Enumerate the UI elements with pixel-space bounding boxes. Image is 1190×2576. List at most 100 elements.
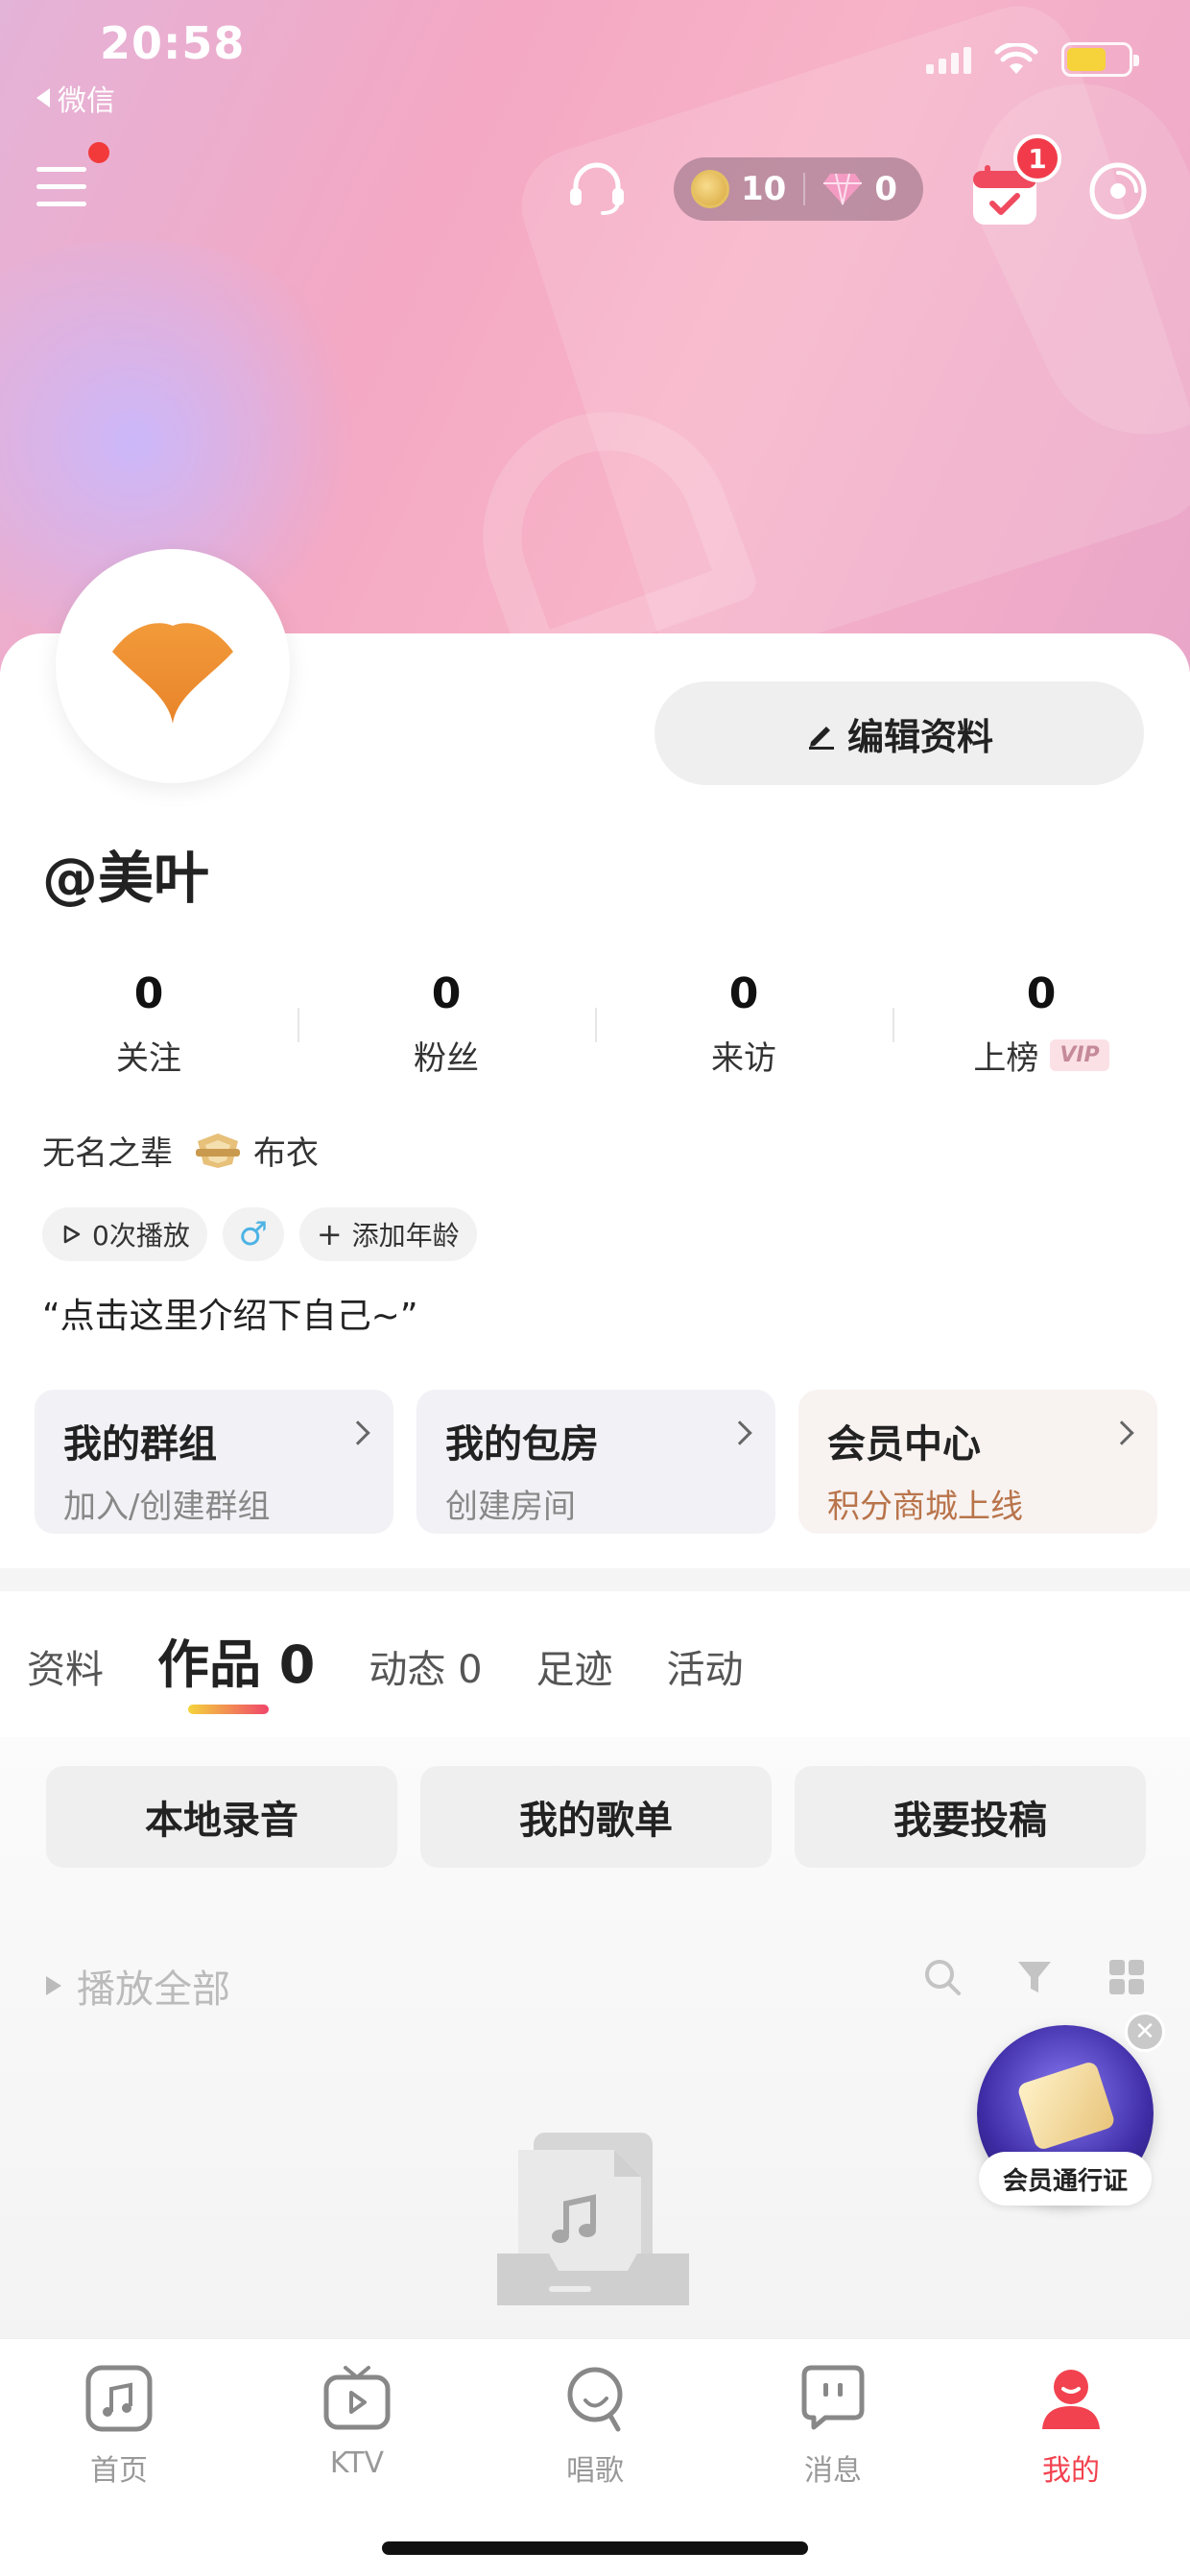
menu-notification-dot	[88, 142, 109, 163]
my-rooms-card[interactable]: 我的包房 创建房间	[416, 1390, 775, 1534]
entry-title: 会员中心	[827, 1422, 981, 1467]
stat-ranking[interactable]: 0 上榜 VIP	[892, 969, 1190, 1079]
tab-moments[interactable]: 动态 0	[369, 1638, 482, 1694]
tab-works[interactable]: 作品 0	[157, 1622, 315, 1698]
tv-icon	[323, 2366, 391, 2430]
nav-label: 唱歌	[566, 2454, 624, 2488]
male-icon: ♂	[238, 1215, 269, 1253]
works-actions: 本地录音 我的歌单 我要投稿	[46, 1766, 1146, 1868]
search-icon[interactable]	[921, 1956, 964, 1998]
entry-subtitle: 积分商城上线	[827, 1488, 1023, 1526]
stat-value: 0	[133, 969, 164, 1018]
grid-view-icon[interactable]	[1106, 1956, 1148, 1998]
stats-row: 0 关注 0 粉丝 0 来访 0 上榜 VIP	[0, 969, 1190, 1079]
stat-following[interactable]: 0 关注	[0, 969, 298, 1079]
gender-tag[interactable]: ♂	[222, 1207, 284, 1261]
stat-label: 粉丝	[414, 1039, 479, 1078]
home-indicator	[382, 2541, 808, 2555]
my-groups-card[interactable]: 我的群组 加入/创建群组	[35, 1390, 393, 1534]
back-label: 微信	[58, 84, 115, 118]
filter-icon[interactable]	[1013, 1956, 1056, 1998]
stat-value: 0	[1026, 969, 1057, 1018]
submit-button[interactable]: 我要投稿	[795, 1766, 1146, 1868]
pass-card-icon	[1015, 2060, 1117, 2152]
battery-icon	[1061, 42, 1139, 77]
wifi-icon	[994, 43, 1038, 74]
level-row[interactable]: 无名之辈 布衣	[42, 1127, 319, 1174]
tab-footprints[interactable]: 足迹	[536, 1638, 613, 1694]
edit-profile-button[interactable]: 编辑资料	[654, 681, 1144, 785]
nav-messages[interactable]: 消息	[714, 2362, 952, 2489]
section-divider	[0, 1568, 1190, 1591]
bottom-nav: 首页 KTV 唱歌 消息 我的	[0, 2338, 1190, 2576]
avatar[interactable]	[56, 549, 290, 783]
entry-title: 我的包房	[445, 1422, 599, 1467]
nav-sing[interactable]: 唱歌	[476, 2362, 714, 2489]
play-all-label: 播放全部	[77, 1968, 230, 2012]
nav-label: 首页	[90, 2454, 148, 2488]
tab-info[interactable]: 资料	[27, 1638, 104, 1694]
active-tab-indicator	[188, 1705, 269, 1714]
add-age-label: 添加年龄	[351, 1220, 460, 1252]
status-indicators	[926, 42, 1139, 77]
sing-icon	[567, 2367, 623, 2432]
nav-label: 消息	[804, 2454, 862, 2488]
coin-count: 10	[741, 170, 787, 208]
menu-button[interactable]	[36, 163, 90, 211]
close-icon[interactable]: ✕	[1125, 2012, 1165, 2052]
add-age-tag[interactable]: + 添加年龄	[298, 1207, 477, 1261]
user-rank: 布衣	[253, 1134, 319, 1173]
signal-icon	[926, 45, 971, 74]
tab-activities[interactable]: 活动	[667, 1638, 744, 1694]
vip-badge: VIP	[1050, 1039, 1109, 1071]
promo-label[interactable]: 会员通行证	[979, 2152, 1152, 2206]
nav-profile[interactable]: 我的	[952, 2362, 1190, 2489]
nav-ktv[interactable]: KTV	[238, 2362, 476, 2489]
diamond-count: 0	[874, 170, 897, 208]
stat-label: 关注	[116, 1039, 181, 1078]
status-time: 20:58	[100, 17, 246, 69]
stat-value: 0	[431, 969, 462, 1018]
play-all-button[interactable]: 播放全部	[46, 1958, 230, 2014]
plays-label: 0次播放	[92, 1220, 190, 1252]
profile-tabs: 资料 作品 0 动态 0 足迹 活动	[27, 1622, 744, 1698]
play-icon	[46, 1976, 61, 1995]
member-center-card[interactable]: 会员中心 积分商城上线	[798, 1390, 1157, 1534]
pencil-icon	[808, 727, 834, 750]
play-outline-icon	[63, 1225, 81, 1244]
user-title: 无名之辈	[42, 1134, 173, 1173]
works-tools	[921, 1956, 1148, 1998]
entry-title: 我的群组	[63, 1422, 217, 1467]
back-to-wechat[interactable]: 微信	[36, 77, 115, 119]
entry-subtitle: 加入/创建群组	[63, 1488, 271, 1526]
diamond-icon	[823, 173, 863, 205]
plus-icon: +	[316, 1216, 343, 1252]
entry-subtitle: 创建房间	[445, 1488, 576, 1526]
stat-label: 来访	[711, 1039, 776, 1078]
edit-profile-label: 编辑资料	[846, 715, 993, 758]
self-intro[interactable]: “点击这里介绍下自己~”	[42, 1288, 417, 1338]
profile-tags: 0次播放 ♂ + 添加年龄	[42, 1207, 477, 1261]
nav-label: KTV	[329, 2446, 385, 2480]
my-playlist-button[interactable]: 我的歌单	[420, 1766, 772, 1868]
stat-visitors[interactable]: 0 来访	[595, 969, 892, 1079]
record-icon[interactable]	[1088, 161, 1148, 221]
empty-works-icon	[497, 2133, 689, 2305]
username: @美叶	[42, 846, 210, 911]
message-icon	[801, 2365, 865, 2430]
profile-icon	[1042, 2370, 1100, 2429]
wallet-pill[interactable]: 10 0	[674, 157, 923, 221]
stat-label: 上榜	[973, 1039, 1039, 1078]
rank-badge-icon	[196, 1133, 240, 1168]
nav-home[interactable]: 首页	[0, 2362, 238, 2489]
coin-icon	[691, 170, 729, 208]
calendar-badge: 1	[1013, 134, 1061, 182]
plays-tag[interactable]: 0次播放	[42, 1207, 207, 1261]
stat-fans[interactable]: 0 粉丝	[298, 969, 595, 1079]
entry-cards: 我的群组 加入/创建群组 我的包房 创建房间 会员中心 积分商城上线	[35, 1390, 1157, 1534]
nav-label: 我的	[1042, 2454, 1100, 2488]
music-note-icon	[85, 2365, 153, 2432]
ginkgo-leaf-icon	[112, 623, 233, 724]
headset-icon[interactable]	[564, 155, 630, 221]
local-recording-button[interactable]: 本地录音	[46, 1766, 397, 1868]
